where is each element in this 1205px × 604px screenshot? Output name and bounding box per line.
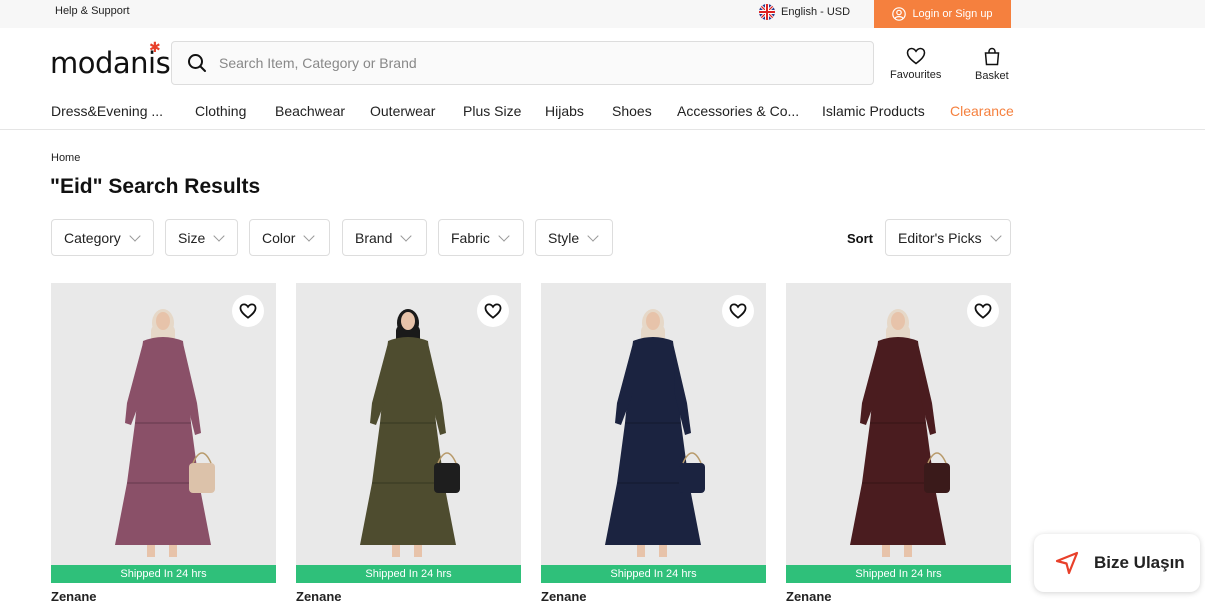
basket-label: Basket [975,70,1009,82]
sort-select[interactable]: Editor's Picks [885,219,1011,256]
logo-text: modanisa [50,46,188,80]
shopping-bag-icon [984,47,1000,66]
heart-icon [484,303,502,319]
top-bar: Help & Support English - USD Login or Si… [0,0,1205,28]
shipping-badge: Shipped In 24 hrs [786,565,1011,583]
nav-item-clothing[interactable]: Clothing [195,103,246,119]
product-card[interactable]: Shipped In 24 hrs [786,283,1011,583]
chevron-down-icon [498,229,510,242]
shipping-badge: Shipped In 24 hrs [541,565,766,583]
language-label: English - USD [781,6,851,18]
chevron-down-icon [400,229,413,242]
login-button[interactable]: Login or Sign up [874,0,1011,28]
uk-flag-icon [759,4,775,20]
nav-item-beachwear[interactable]: Beachwear [275,103,345,119]
product-brand[interactable]: Zenane [786,589,832,604]
nav-item-plus-size[interactable]: Plus Size [463,103,521,119]
category-nav: Dress&Evening ... Clothing Beachwear Out… [0,100,1205,130]
send-arrow-icon [1055,551,1079,575]
modanisa-logo[interactable]: modanisa ✱ [50,40,188,80]
nav-item-hijabs[interactable]: Hijabs [545,103,584,119]
chevron-down-icon [587,229,599,242]
heart-icon [239,303,257,319]
search-bar[interactable] [171,41,874,85]
product-brand[interactable]: Zenane [51,589,97,604]
filter-label: Color [262,229,296,246]
contact-us-button[interactable]: Bize Ulaşın [1034,534,1200,592]
filter-fabric[interactable]: Fabric [438,219,524,256]
filter-label: Style [548,229,580,246]
filter-label: Size [178,229,206,246]
breadcrumb-home[interactable]: Home [51,152,80,164]
filter-color[interactable]: Color [249,219,330,256]
language-selector[interactable]: English - USD [759,4,850,20]
user-icon [892,7,907,21]
favourite-toggle[interactable] [477,295,509,327]
filter-style[interactable]: Style [535,219,613,256]
heart-icon [974,303,992,319]
header: modanisa ✱ Favourites Basket [0,28,1205,100]
filter-brand[interactable]: Brand [342,219,427,256]
sort-label: Sort [847,231,873,246]
product-card[interactable]: Shipped In 24 hrs [296,283,521,583]
favourites-button[interactable]: Favourites [890,47,941,81]
nav-item-dress-evening[interactable]: Dress&Evening ... [51,103,163,119]
favourite-toggle[interactable] [722,295,754,327]
basket-button[interactable]: Basket [975,47,1009,82]
filter-label: Category [64,229,121,246]
page-title: "Eid" Search Results [50,175,261,198]
login-label: Login or Sign up [912,8,993,20]
filter-size[interactable]: Size [165,219,238,256]
sort-value: Editor's Picks [898,229,982,246]
favourite-toggle[interactable] [232,295,264,327]
product-card[interactable]: Shipped In 24 hrs [541,283,766,583]
nav-item-islamic-products[interactable]: Islamic Products [822,103,925,119]
nav-item-accessories[interactable]: Accessories & Co... [677,103,799,119]
product-brand[interactable]: Zenane [541,589,587,604]
chevron-down-icon [213,229,225,242]
filter-label: Fabric [451,229,490,246]
help-support-link[interactable]: Help & Support [55,5,130,17]
heart-icon [729,303,747,319]
chevron-down-icon [303,229,316,242]
filter-category[interactable]: Category [51,219,154,256]
nav-item-outerwear[interactable]: Outerwear [370,103,435,119]
product-brand[interactable]: Zenane [296,589,342,604]
product-card[interactable]: Shipped In 24 hrs [51,283,276,583]
favourites-label: Favourites [890,69,942,81]
filter-label: Brand [355,229,393,246]
nav-item-shoes[interactable]: Shoes [612,103,652,119]
search-icon [188,54,206,72]
chevron-down-icon [129,229,141,242]
heart-icon [906,47,925,65]
shipping-badge: Shipped In 24 hrs [51,565,276,583]
contact-us-label: Bize Ulaşın [1094,553,1185,572]
logo-star-icon: ✱ [149,40,161,56]
nav-item-clearance[interactable]: Clearance [950,103,1014,119]
favourite-toggle[interactable] [967,295,999,327]
search-input[interactable] [219,55,819,71]
chevron-down-icon [989,229,1002,242]
shipping-badge: Shipped In 24 hrs [296,565,521,583]
